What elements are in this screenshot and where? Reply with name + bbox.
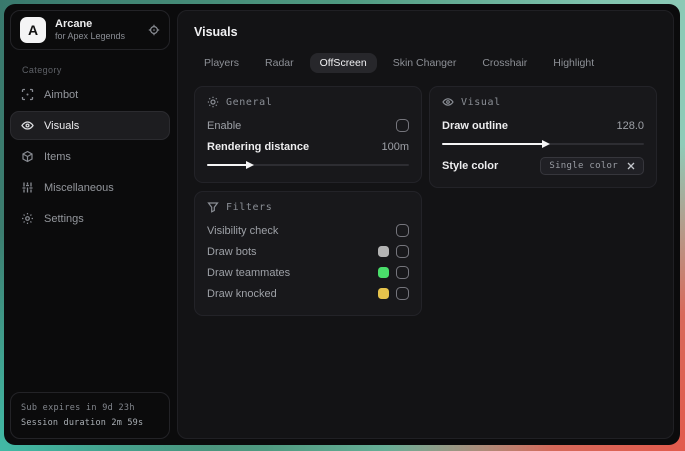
rendering-distance-label: Rendering distance xyxy=(207,140,310,153)
sidebar-item-label: Visuals xyxy=(44,119,80,132)
visibility-check-row: Visibility check xyxy=(207,220,409,241)
style-color-label: Style color xyxy=(442,159,499,172)
enable-row: Enable xyxy=(207,115,409,136)
draw-bots-label: Draw bots xyxy=(207,245,257,258)
slider-thumb[interactable] xyxy=(246,160,255,169)
tab-skin-changer[interactable]: Skin Changer xyxy=(383,53,467,73)
crosshair-icon xyxy=(21,88,34,101)
style-color-row: Style color Single color xyxy=(442,155,644,176)
session-duration-text: Session duration 2m 59s xyxy=(21,417,144,428)
close-icon[interactable] xyxy=(627,162,635,170)
sidebar-item-items[interactable]: Items xyxy=(10,142,170,171)
draw-knocked-checkbox[interactable] xyxy=(396,287,409,300)
sun-icon xyxy=(207,96,219,108)
eye-icon xyxy=(442,96,454,108)
sidebar-header: A Arcane for Apex Legends xyxy=(10,10,170,50)
draw-outline-label: Draw outline xyxy=(442,119,509,132)
tab-radar[interactable]: Radar xyxy=(255,53,304,73)
sliders-icon xyxy=(21,181,34,194)
style-color-select[interactable]: Single color xyxy=(540,156,644,175)
general-panel: General Enable Rendering distance 100m xyxy=(194,86,422,183)
gear-icon xyxy=(21,212,34,225)
sidebar-item-settings[interactable]: Settings xyxy=(10,204,170,233)
tab-offscreen[interactable]: OffScreen xyxy=(309,53,377,73)
category-label: Category xyxy=(22,65,62,75)
sidebar-item-visuals[interactable]: Visuals xyxy=(10,111,170,140)
main-panel: Visuals Players Radar OffScreen Skin Cha… xyxy=(177,10,674,439)
draw-knocked-label: Draw knocked xyxy=(207,287,277,300)
sidebar-item-label: Miscellaneous xyxy=(44,181,114,194)
draw-outline-slider[interactable] xyxy=(442,139,644,149)
sidebar-item-miscellaneous[interactable]: Miscellaneous xyxy=(10,173,170,202)
sidebar-item-label: Settings xyxy=(44,212,84,225)
draw-teammates-row: Draw teammates xyxy=(207,262,409,283)
enable-checkbox[interactable] xyxy=(396,119,409,132)
sub-expiry-text: Sub expires in 9d 23h xyxy=(21,403,135,414)
style-color-value: Single color xyxy=(549,160,618,171)
tab-bar: Players Radar OffScreen Skin Changer Cro… xyxy=(194,53,657,73)
panel-title: Filters xyxy=(226,201,273,213)
visibility-check-label: Visibility check xyxy=(207,224,279,237)
draw-knocked-row: Draw knocked xyxy=(207,283,409,304)
tab-players[interactable]: Players xyxy=(194,53,249,73)
app-meta: Arcane for Apex Legends xyxy=(55,18,139,42)
draw-bots-row: Draw bots xyxy=(207,241,409,262)
sidebar-item-aimbot[interactable]: Aimbot xyxy=(10,80,170,109)
draw-bots-color-swatch[interactable] xyxy=(378,246,389,257)
sidebar: A Arcane for Apex Legends Category Aimbo… xyxy=(4,4,176,445)
draw-outline-row: Draw outline 128.0 xyxy=(442,115,644,136)
sidebar-nav: Aimbot Visuals Items Miscellaneous Setti… xyxy=(10,80,170,233)
tab-highlight[interactable]: Highlight xyxy=(543,53,604,73)
app-subtitle: for Apex Legends xyxy=(55,31,126,42)
sidebar-item-label: Aimbot xyxy=(44,88,79,101)
enable-label: Enable xyxy=(207,119,242,132)
tab-crosshair[interactable]: Crosshair xyxy=(472,53,537,73)
slider-thumb[interactable] xyxy=(542,139,550,148)
panel-title: General xyxy=(226,96,273,108)
draw-teammates-label: Draw teammates xyxy=(207,266,291,279)
sidebar-item-label: Items xyxy=(44,150,71,163)
subscription-status: Sub expires in 9d 23h Session duration 2… xyxy=(10,392,170,439)
visibility-check-checkbox[interactable] xyxy=(396,224,409,237)
app-logo: A xyxy=(20,17,46,43)
eye-icon xyxy=(21,119,34,132)
package-icon xyxy=(21,150,34,163)
page-title: Visuals xyxy=(194,25,238,39)
panel-title: Visual xyxy=(461,96,501,108)
rendering-distance-row: Rendering distance 100m xyxy=(207,136,409,157)
draw-teammates-color-swatch[interactable] xyxy=(378,267,389,278)
draw-teammates-checkbox[interactable] xyxy=(396,266,409,279)
rendering-distance-value: 100m xyxy=(381,140,409,153)
visual-panel: Visual Draw outline 128.0 Style color Si… xyxy=(429,86,657,188)
app-window: A Arcane for Apex Legends Category Aimbo… xyxy=(4,4,680,445)
rendering-distance-slider[interactable] xyxy=(207,160,409,170)
draw-knocked-color-swatch[interactable] xyxy=(378,288,389,299)
target-icon[interactable] xyxy=(148,24,160,36)
draw-bots-checkbox[interactable] xyxy=(396,245,409,258)
draw-outline-value: 128.0 xyxy=(616,119,644,132)
app-name: Arcane xyxy=(55,18,93,30)
funnel-icon xyxy=(207,201,219,213)
filters-panel: Filters Visibility check Draw bots Draw … xyxy=(194,191,422,316)
